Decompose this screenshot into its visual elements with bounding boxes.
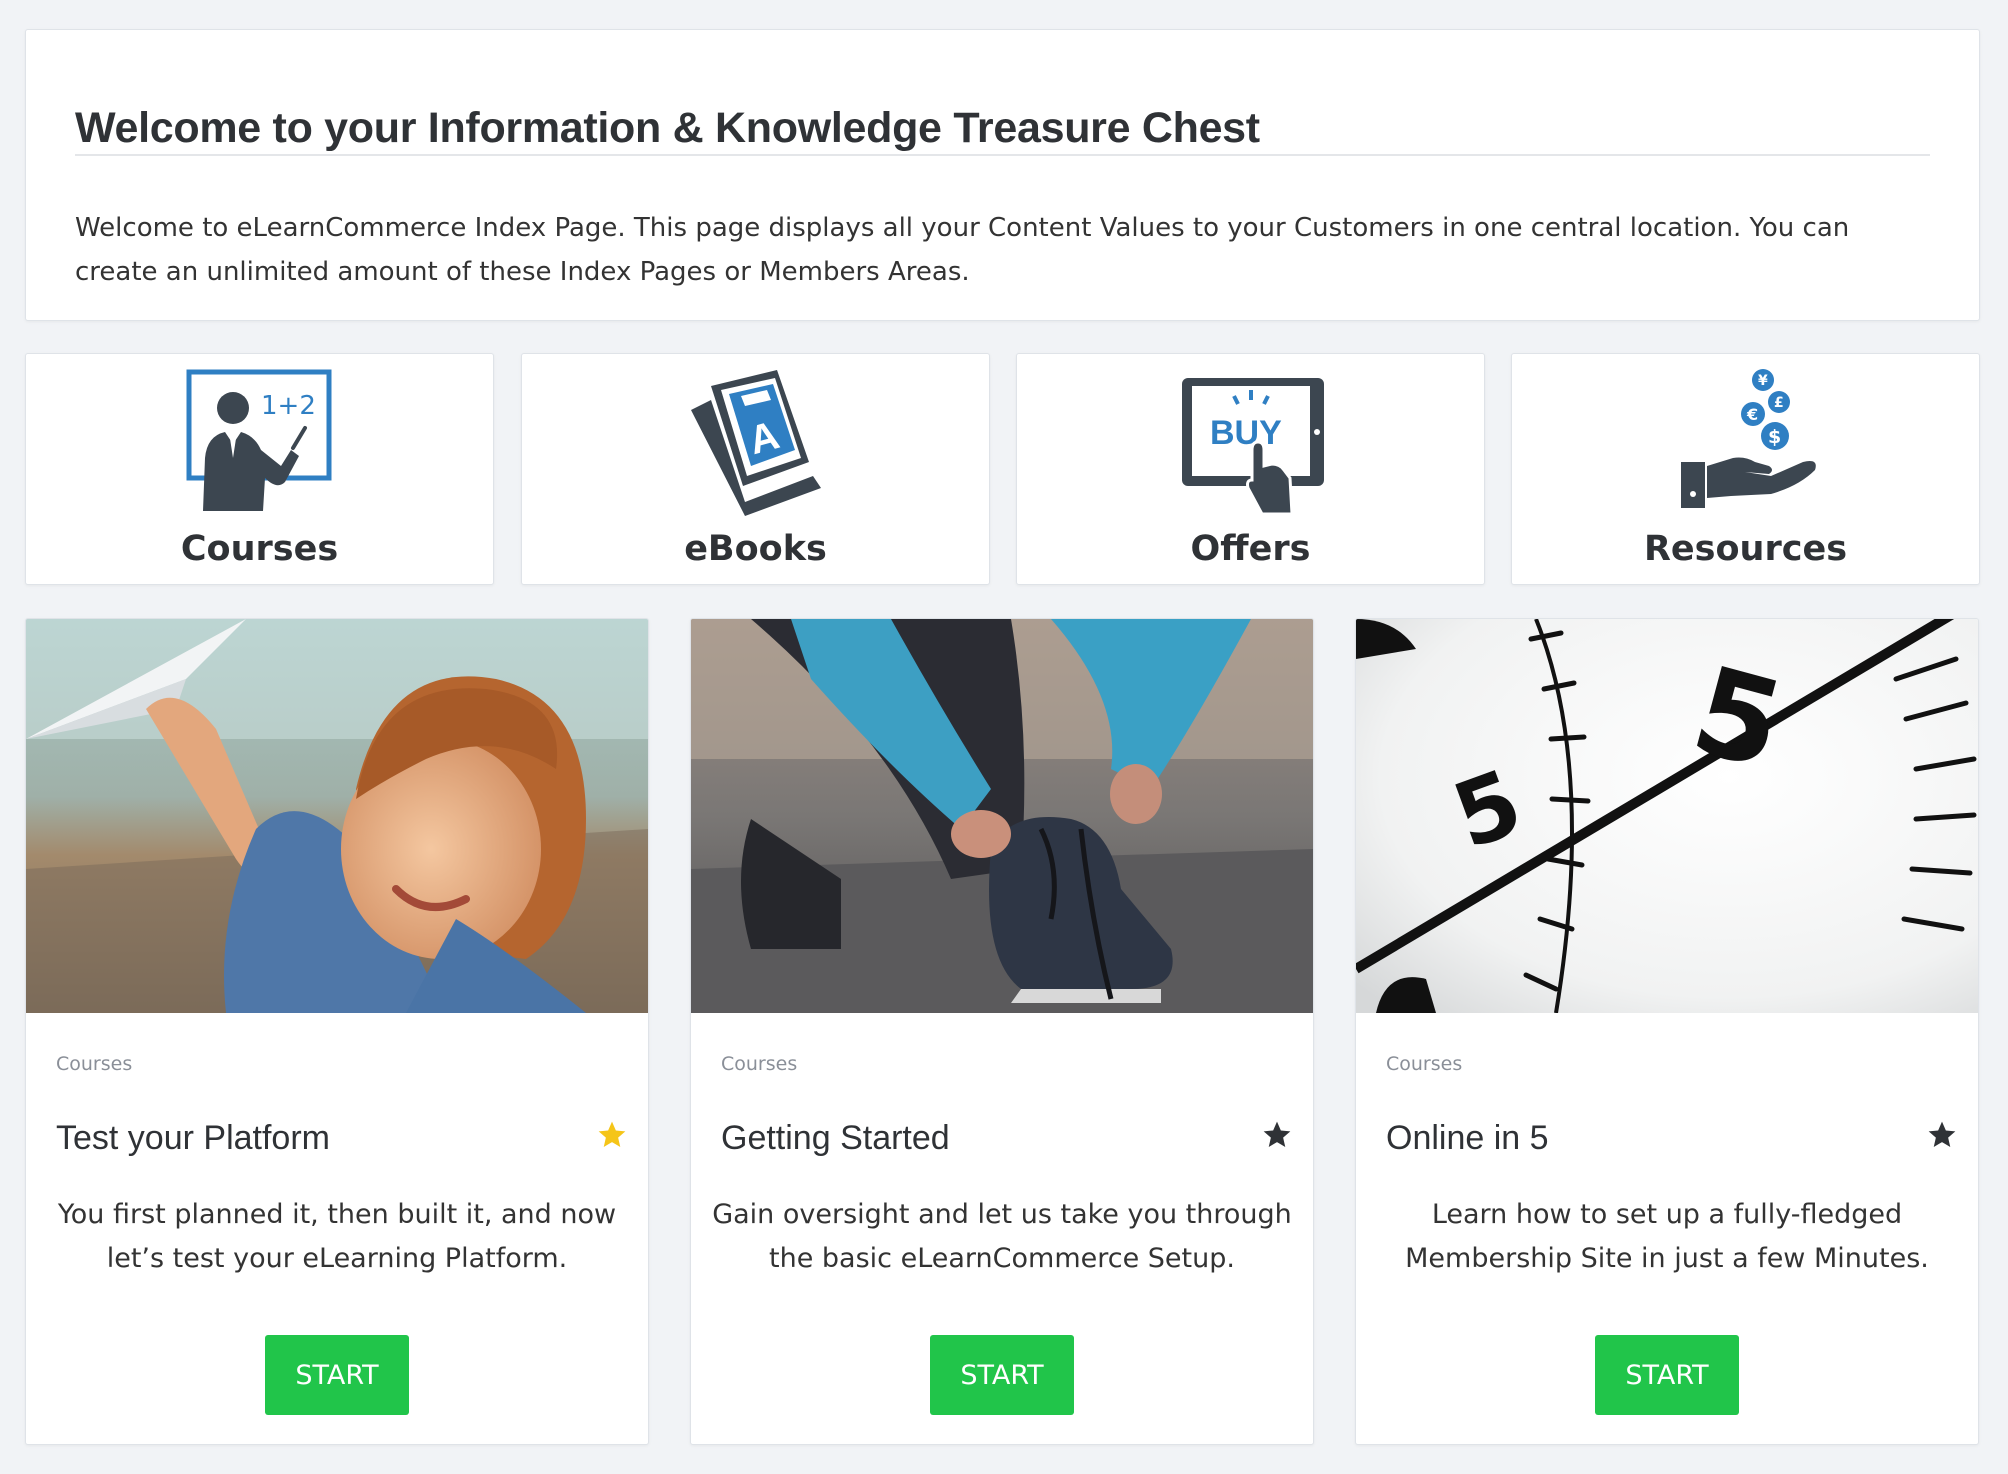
- girl-paper-plane-photo: [26, 619, 648, 1013]
- favorite-star-icon[interactable]: [1926, 1119, 1958, 1151]
- card-category: Courses: [1386, 1053, 1463, 1075]
- svg-text:€: €: [1746, 405, 1758, 424]
- svg-text:$: $: [1768, 426, 1781, 448]
- title-divider: [75, 154, 1930, 156]
- category-label: Offers: [1190, 529, 1311, 569]
- card-description: Gain oversight and let us take you throu…: [712, 1199, 1292, 1274]
- welcome-panel: Welcome to your Information & Knowledge …: [25, 29, 1980, 321]
- card-title: Test your Platform: [56, 1119, 330, 1157]
- start-button[interactable]: START: [1595, 1335, 1739, 1415]
- favorite-star-icon[interactable]: [596, 1119, 628, 1151]
- welcome-text: Welcome to eLearnCommerce Index Page. Th…: [75, 213, 1850, 287]
- favorite-star-icon[interactable]: [1261, 1119, 1293, 1151]
- category-tile-courses[interactable]: 1+2 Courses: [25, 353, 494, 585]
- book-icon: A: [681, 366, 831, 516]
- category-label: eBooks: [684, 529, 827, 569]
- card-description: You first planned it, then built it, and…: [57, 1199, 617, 1274]
- course-card[interactable]: Courses Getting Started Gain oversight a…: [690, 618, 1314, 1445]
- page-title: Welcome to your Information & Knowledge …: [75, 104, 1260, 152]
- category-tile-resources[interactable]: ¥ £ € $ Resources: [1511, 353, 1980, 585]
- money-hand-icon: ¥ £ € $: [1671, 366, 1821, 516]
- category-label: Resources: [1643, 529, 1848, 569]
- card-title: Online in 5: [1386, 1119, 1549, 1157]
- card-description: Learn how to set up a fully-fledged Memb…: [1405, 1199, 1929, 1274]
- svg-text:1+2: 1+2: [261, 391, 316, 421]
- course-card[interactable]: 5 5 Courses Online in 5 Learn how to set…: [1355, 618, 1979, 1445]
- start-button[interactable]: START: [265, 1335, 409, 1415]
- start-button[interactable]: START: [930, 1335, 1074, 1415]
- tying-shoelace-photo: [691, 619, 1313, 1013]
- card-category: Courses: [721, 1053, 798, 1075]
- category-tile-ebooks[interactable]: A eBooks: [521, 353, 990, 585]
- buy-tablet-icon: BUY: [1176, 366, 1326, 516]
- course-card[interactable]: Courses Test your Platform You first pla…: [25, 618, 649, 1445]
- category-tile-offers[interactable]: BUY Offers: [1016, 353, 1485, 585]
- stopwatch-photo: 5 5: [1356, 619, 1978, 1013]
- svg-text:BUY: BUY: [1210, 414, 1282, 452]
- card-title: Getting Started: [721, 1119, 950, 1157]
- svg-text:¥: ¥: [1758, 373, 1768, 389]
- card-category: Courses: [56, 1053, 133, 1075]
- category-label: Courses: [180, 529, 339, 569]
- teacher-icon: 1+2: [185, 366, 335, 516]
- svg-text:£: £: [1774, 395, 1784, 411]
